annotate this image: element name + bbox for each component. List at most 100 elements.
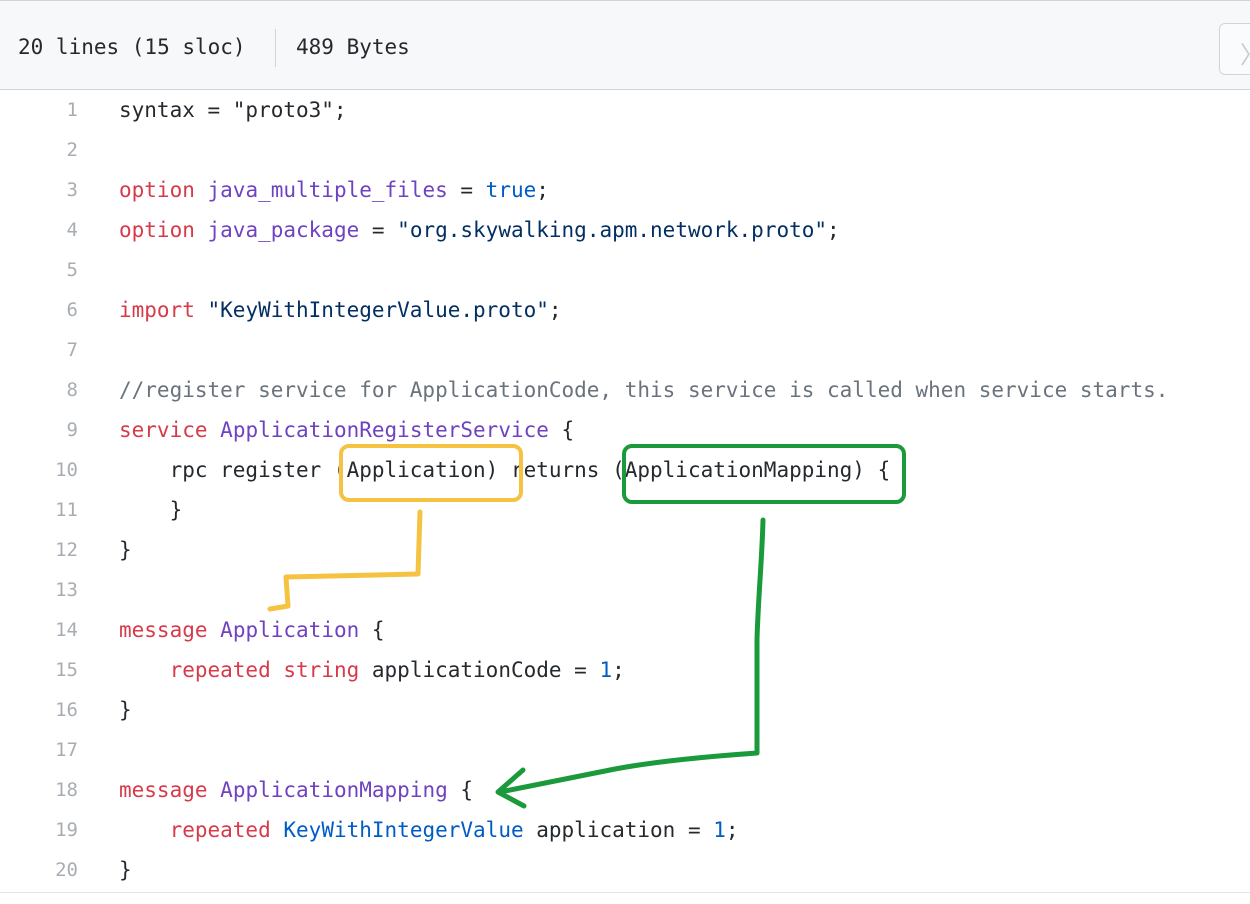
code-text: }	[119, 858, 132, 882]
line-count: 20 lines (15 sloc)	[18, 35, 246, 59]
code-token: {	[548, 418, 575, 442]
code-token: service	[119, 418, 208, 442]
code-token: import	[119, 298, 195, 322]
code-token: KeyWithIntegerValue	[283, 818, 524, 842]
code-token: ;	[548, 298, 562, 322]
line-number[interactable]: 4	[30, 219, 78, 241]
code-text: }	[119, 538, 132, 562]
code-line: 13	[0, 570, 1250, 610]
info-divider	[275, 29, 276, 67]
line-number[interactable]: 10	[30, 459, 78, 481]
code-line: 8 //register service for ApplicationCode,…	[0, 370, 1250, 410]
line-number[interactable]: 2	[30, 139, 78, 161]
code-text: }	[119, 498, 183, 522]
line-number[interactable]: 16	[30, 699, 78, 721]
line-number[interactable]: 5	[30, 259, 78, 281]
code-token: {	[359, 618, 385, 642]
code-token: =	[447, 178, 486, 202]
code-text: message ApplicationMapping {	[119, 778, 473, 802]
chevron-right-icon: 〉	[1240, 35, 1250, 70]
code-token: application =	[523, 818, 714, 842]
code-token: string	[283, 658, 360, 682]
code-token: message	[119, 618, 208, 642]
code-line: 16}	[0, 690, 1250, 730]
code-token: //register service for ApplicationCode, …	[119, 378, 1169, 402]
code-text: rpc register (Application) returns (Appl…	[119, 458, 891, 482]
code-text: syntax = "proto3";	[119, 98, 347, 122]
code-token: 1	[599, 658, 613, 682]
code-token: java_package	[207, 218, 360, 242]
code-token: option	[119, 178, 195, 202]
line-number[interactable]: 8	[30, 379, 78, 401]
code-token: repeated	[169, 818, 271, 842]
line-number[interactable]: 19	[30, 819, 78, 841]
code-token: ApplicationMapping	[220, 778, 448, 802]
code-line: 2	[0, 130, 1250, 170]
line-number[interactable]: 13	[30, 579, 78, 601]
code-token: }	[119, 538, 132, 562]
code-line: 14 message Application {	[0, 610, 1250, 650]
code-token: }	[119, 858, 132, 882]
code-line: 11 }	[0, 490, 1250, 530]
code-line: 15 repeated string applicationCode = 1;	[0, 650, 1250, 690]
file-info-bar: 20 lines (15 sloc) 489 Bytes 〉	[0, 0, 1250, 90]
code-token: syntax = "proto3";	[119, 98, 347, 122]
code-bottom-border	[0, 892, 1250, 893]
line-number[interactable]: 6	[30, 299, 78, 321]
code-token: }	[119, 698, 132, 722]
line-number[interactable]: 20	[30, 859, 78, 881]
line-number[interactable]: 7	[30, 339, 78, 361]
code-line: 12}	[0, 530, 1250, 570]
code-text: service ApplicationRegisterService {	[119, 418, 574, 442]
code-line: 10 rpc register (Application) returns (A…	[0, 450, 1250, 490]
line-number[interactable]: 1	[30, 99, 78, 121]
code-token: ;	[725, 818, 739, 842]
code-token: true	[485, 178, 537, 202]
line-number[interactable]: 11	[30, 499, 78, 521]
code-token: option	[119, 218, 195, 242]
line-number[interactable]: 9	[30, 419, 78, 441]
code-token: 1	[713, 818, 726, 842]
line-number[interactable]: 17	[30, 739, 78, 761]
code-token: Application	[220, 618, 360, 642]
code-line: 7	[0, 330, 1250, 370]
code-text: //register service for ApplicationCode, …	[119, 378, 1168, 402]
code-line: 18 message ApplicationMapping {	[0, 770, 1250, 810]
code-text: message Application {	[119, 618, 385, 642]
code-token: "org.skywalking.apm.network.proto"	[397, 218, 828, 242]
code-token: ;	[612, 658, 625, 682]
code-text: repeated string applicationCode = 1;	[119, 658, 625, 682]
code-line: 19 repeated KeyWithIntegerValue applicat…	[0, 810, 1250, 850]
line-number[interactable]: 3	[30, 179, 78, 201]
code-token: repeated	[169, 658, 271, 682]
line-number[interactable]: 12	[30, 539, 78, 561]
code-line: 4 option java_package = "org.skywalking.a…	[0, 210, 1250, 250]
code-text: }	[119, 698, 132, 722]
code-token: ;	[827, 218, 840, 242]
code-token: applicationCode =	[359, 658, 600, 682]
line-number[interactable]: 18	[30, 779, 78, 801]
code-token: }	[119, 498, 183, 522]
code-line: 9 service ApplicationRegisterService {	[0, 410, 1250, 450]
raw-view-button[interactable]: 〉	[1219, 23, 1250, 75]
code-token: =	[359, 218, 398, 242]
code-text: import "KeyWithIntegerValue.proto";	[119, 298, 562, 322]
code-line: 6 import "KeyWithIntegerValue.proto";	[0, 290, 1250, 330]
code-token: "KeyWithIntegerValue.proto"	[207, 298, 549, 322]
line-number[interactable]: 15	[30, 659, 78, 681]
code-line: 1 syntax = "proto3";	[0, 90, 1250, 130]
code-line: 20}	[0, 850, 1250, 890]
code-token: {	[447, 778, 474, 802]
code-line: 17	[0, 730, 1250, 770]
line-number[interactable]: 14	[30, 619, 78, 641]
